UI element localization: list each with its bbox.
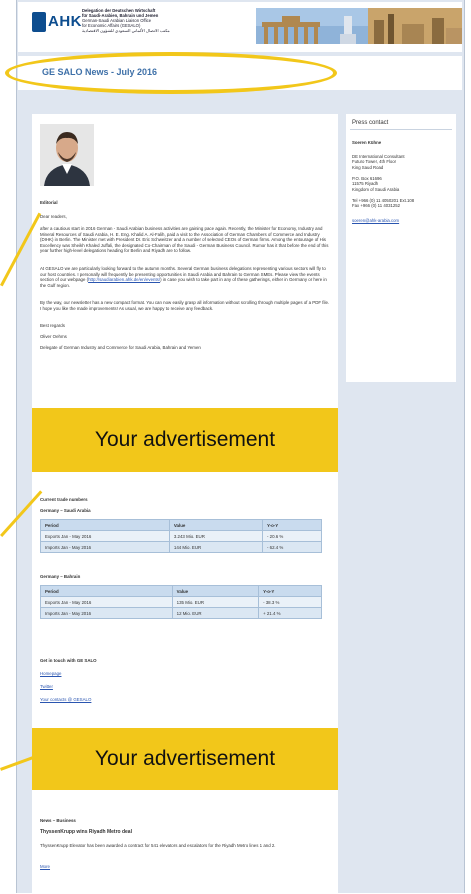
contact-address: P.O. Box 61696 11575 Riyadh Kingdom of S… [352,176,452,192]
column-header: Period [40,519,170,531]
table-cell: + 21.4 % [258,607,322,619]
homepage-link[interactable]: Homepage [40,671,330,677]
events-link[interactable]: http://saudiarabien.ahk.de/en/events/ [88,277,160,282]
contact-line: King Saud Road [352,164,384,170]
contact-email-link[interactable]: soeren@ahk-arabia.com [352,218,452,223]
contact-line: Fax +966 (0) 11 4031252 [352,203,401,209]
chamber-name: Delegation der Deutschen Wirtschaft für … [82,8,212,33]
table-cell: 3.243 Mio. EUR [168,530,263,542]
logo-text: AHK [48,13,82,30]
trade-table-title: Germany – Bahrain [40,574,81,579]
trade-heading: Current trade numbers [40,497,88,502]
ahk-logo[interactable]: AHK [32,10,82,34]
news-item-text: ThyssenKrupp Elevator has been awarded a… [40,843,276,848]
person-icon [40,124,94,186]
column-header: Y-o-Y [261,519,323,531]
highlight-ellipse [5,52,337,94]
contact-org: DE International Consultant Futuro Tower… [352,154,452,170]
news-item-title[interactable]: ThyssenKrupp wins Riyadh Metro deal [40,829,330,836]
twitter-link[interactable]: Twitter [40,684,330,690]
editorial-paragraph: At GESALO we are particularly looking fo… [40,266,330,288]
salutation: Dear readers, [40,214,67,219]
column-header: Y-o-Y [258,585,322,597]
editorial-paragraph: after a cautious start in 2016 German - … [40,226,329,253]
table-cell: - 20.6 % [261,530,323,542]
chamber-line: مكتب الاتصال الألماني السعودي للشؤون الا… [82,28,170,33]
contact-phone: Tel +966 (0) 11 4050201 Ext.108 Fax +966… [352,198,452,209]
more-link[interactable]: More [40,864,330,870]
editorial-paragraph: By the way, our newsletter has a new com… [40,300,330,311]
press-contact-sidebar: Press contact Soeren Kühne DE Internatio… [346,114,456,382]
contact-heading: Get in touch with GE SALO [40,658,97,663]
contact-name: Soeren Kühne [352,140,382,145]
advertisement-banner[interactable]: Your advertisement [32,408,338,472]
news-heading: News – Business [40,818,76,823]
table-cell: Exports Jan - May 2016 [40,596,173,608]
column-header: Value [171,585,260,597]
advertisement-banner[interactable]: Your advertisement [32,728,338,790]
divider [350,129,452,130]
sidebar-title: Press contact [352,120,389,126]
signature: Oliver Oehms [40,334,67,339]
table-cell: - 38.3 % [258,596,322,608]
editorial-heading: Editorial [40,200,58,205]
table-cell: Exports Jan - May 2016 [40,530,170,542]
contacts-link[interactable]: Your contacts @ GESALO [40,697,330,703]
signature-position: Delegate of German Industry and Commerce… [40,345,201,350]
column-header: Period [40,585,173,597]
table-cell: Imports Jan - May 2016 [40,607,173,619]
editor-photo [40,124,94,186]
trade-table-bahrain: Period Value Y-o-Y Exports Jan - May 2016 1… [40,585,322,619]
trade-table-title: Germany – Saudi Arabia [40,508,91,513]
table-cell: 144 Mio. EUR [168,541,263,553]
table-cell: Imports Jan - May 2016 [40,541,170,553]
contact-line: Kingdom of Saudi Arabia [352,186,400,192]
regards: Best regards [40,323,65,328]
trade-table-saudi: Period Value Y-o-Y Exports Jan - May 2016 3… [40,519,323,553]
header: AHK Delegation der Deutschen Wirtschaft … [18,2,462,52]
eagle-icon [32,12,46,32]
landmarks-banner [256,8,462,44]
table-cell: 135 Mio. EUR [171,596,260,608]
table-cell: - 62.4 % [261,541,323,553]
table-cell: 12 Mio. EUR [171,607,260,619]
column-header: Value [168,519,263,531]
